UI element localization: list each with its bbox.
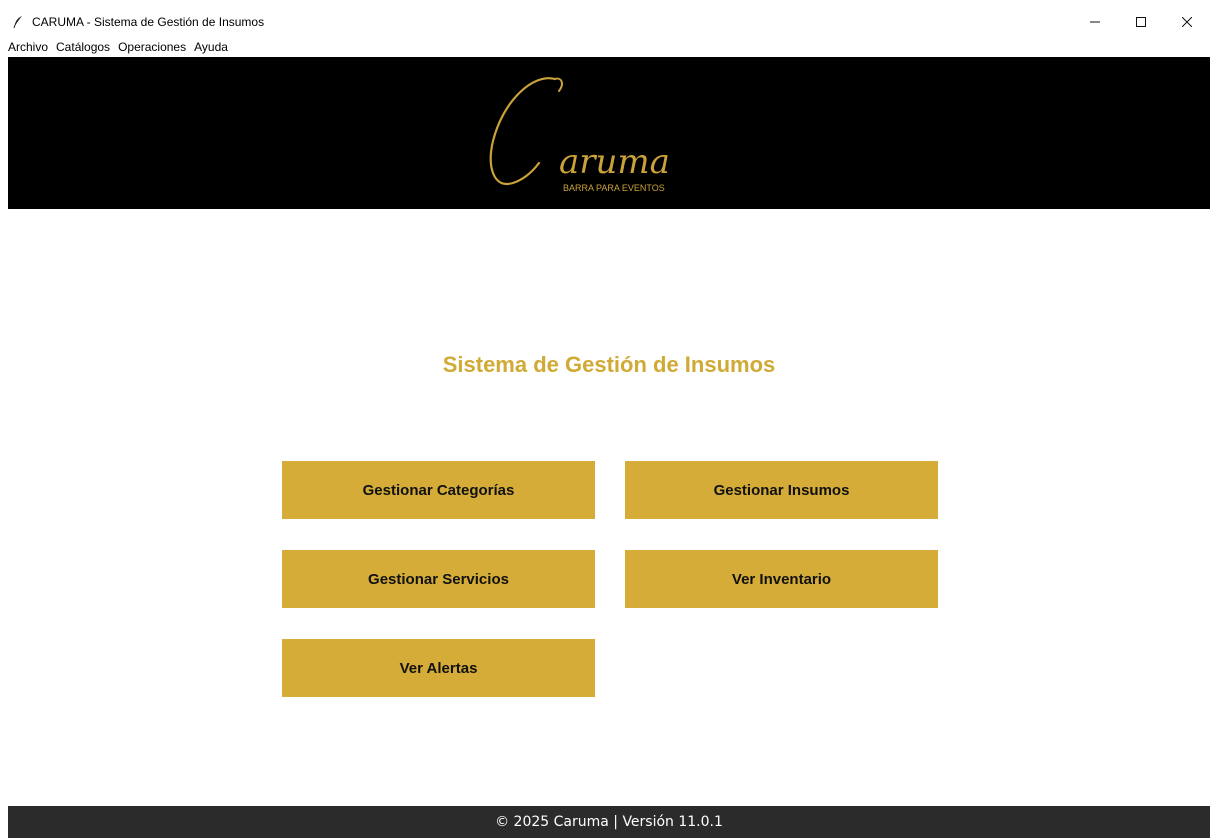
- caruma-logo: aruma BARRA PARA EVENTOS: [473, 71, 713, 195]
- title-bar[interactable]: CARUMA - Sistema de Gestión de Insumos: [8, 8, 1210, 36]
- maximize-icon[interactable]: [1118, 8, 1164, 36]
- logo-subtitle: BARRA PARA EVENTOS: [563, 183, 665, 193]
- menu-archivo[interactable]: Archivo: [8, 37, 52, 57]
- menu-bar: Archivo Catálogos Operaciones Ayuda: [8, 37, 1210, 57]
- ver-inventario-button[interactable]: Ver Inventario: [625, 550, 938, 608]
- footer: © 2025 Caruma | Versión 11.0.1: [8, 806, 1210, 838]
- gestionar-categorias-button[interactable]: Gestionar Categorías: [282, 461, 595, 519]
- page-title: Sistema de Gestión de Insumos: [442, 352, 776, 377]
- feather-icon: [10, 14, 26, 30]
- gestionar-insumos-button[interactable]: Gestionar Insumos: [625, 461, 938, 519]
- menu-operaciones[interactable]: Operaciones: [118, 37, 190, 57]
- app-window: CARUMA - Sistema de Gestión de Insumos A…: [8, 0, 1210, 838]
- logo-wordmark: aruma: [559, 142, 670, 182]
- menu-ayuda[interactable]: Ayuda: [194, 37, 232, 57]
- header-banner: aruma BARRA PARA EVENTOS: [8, 57, 1210, 209]
- close-icon[interactable]: [1164, 8, 1210, 36]
- gestionar-servicios-button[interactable]: Gestionar Servicios: [282, 550, 595, 608]
- window-title: CARUMA - Sistema de Gestión de Insumos: [32, 15, 265, 29]
- menu-catalogos[interactable]: Catálogos: [56, 37, 114, 57]
- footer-text: © 2025 Caruma | Versión 11.0.1: [495, 814, 723, 830]
- window-controls: [1072, 8, 1210, 36]
- minimize-icon[interactable]: [1072, 8, 1118, 36]
- ver-alertas-button[interactable]: Ver Alertas: [282, 639, 595, 697]
